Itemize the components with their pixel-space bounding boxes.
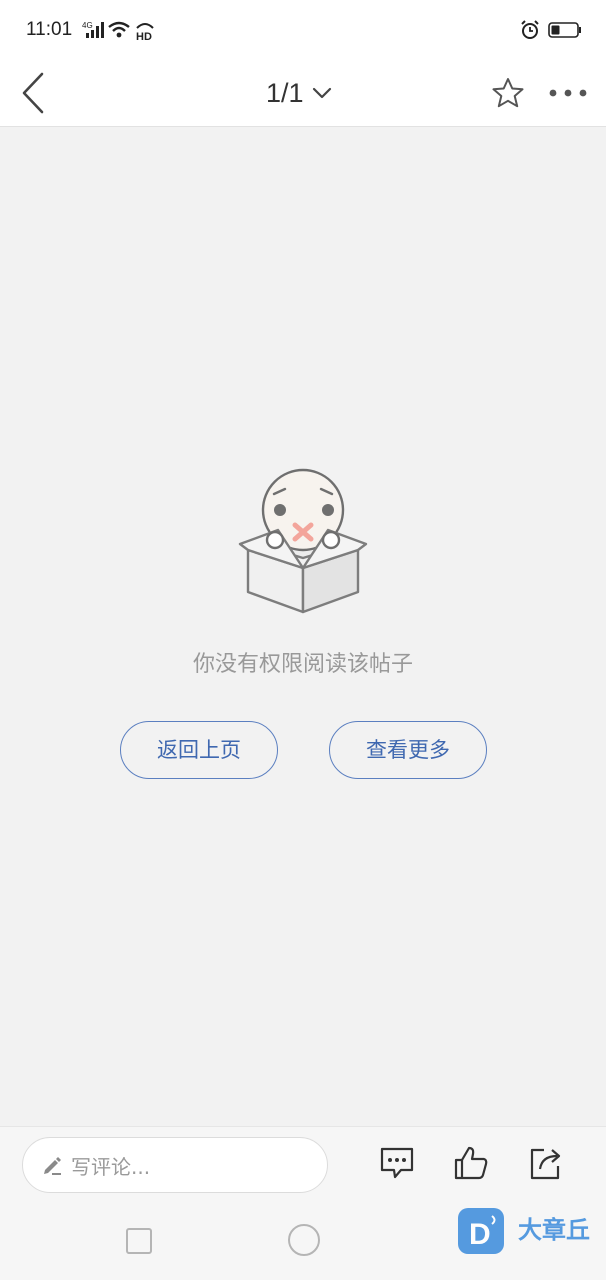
chevron-down-icon	[312, 87, 332, 99]
bottom-toolbar: 写评论...	[0, 1126, 606, 1201]
battery-icon	[548, 22, 581, 38]
go-back-button[interactable]: 返回上页	[120, 721, 278, 779]
share-button[interactable]	[526, 1143, 566, 1183]
favorite-button[interactable]	[486, 60, 530, 126]
view-more-button[interactable]: 查看更多	[329, 721, 487, 779]
comment-button[interactable]	[377, 1143, 417, 1183]
signal-icon: 4G	[82, 21, 104, 38]
hd-icon: HD	[136, 23, 154, 41]
thumbs-up-icon	[454, 1146, 488, 1180]
watermark-logo-icon: D	[458, 1208, 504, 1254]
no-permission-illustration	[238, 468, 368, 614]
more-button[interactable]	[545, 60, 591, 126]
no-permission-message: 你没有权限阅读该帖子	[192, 652, 413, 677]
status-time: 11:01	[26, 19, 73, 40]
comment-input[interactable]: 写评论...	[22, 1137, 328, 1193]
comment-icon	[380, 1147, 414, 1179]
back-arrow-icon	[22, 72, 44, 114]
svg-text:D: D	[469, 1218, 491, 1251]
alarm-icon	[521, 20, 539, 39]
wifi-icon	[108, 21, 130, 38]
watermark-text: 大章丘	[518, 1216, 590, 1244]
svg-text:HD: HD	[136, 31, 152, 41]
pen-icon	[41, 1154, 63, 1176]
header: 1/1	[0, 60, 606, 127]
status-icons-right	[520, 18, 582, 42]
page-indicator[interactable]: 1/1	[266, 68, 332, 118]
star-icon	[492, 78, 524, 108]
recent-apps-button[interactable]	[126, 1228, 152, 1254]
page-indicator-text: 1/1	[266, 77, 304, 108]
like-button[interactable]	[451, 1143, 491, 1183]
status-bar: 11:01 4G HD	[0, 0, 606, 60]
svg-text:4G: 4G	[82, 21, 93, 30]
more-icon	[549, 89, 587, 97]
share-icon	[530, 1148, 561, 1180]
back-button[interactable]	[10, 60, 56, 126]
comment-placeholder: 写评论...	[71, 1154, 151, 1179]
status-icons-left: 4G HD	[82, 18, 156, 42]
system-nav-bar: D 大章丘	[0, 1200, 606, 1280]
watermark: D 大章丘	[456, 1206, 606, 1256]
home-button[interactable]	[288, 1224, 320, 1256]
